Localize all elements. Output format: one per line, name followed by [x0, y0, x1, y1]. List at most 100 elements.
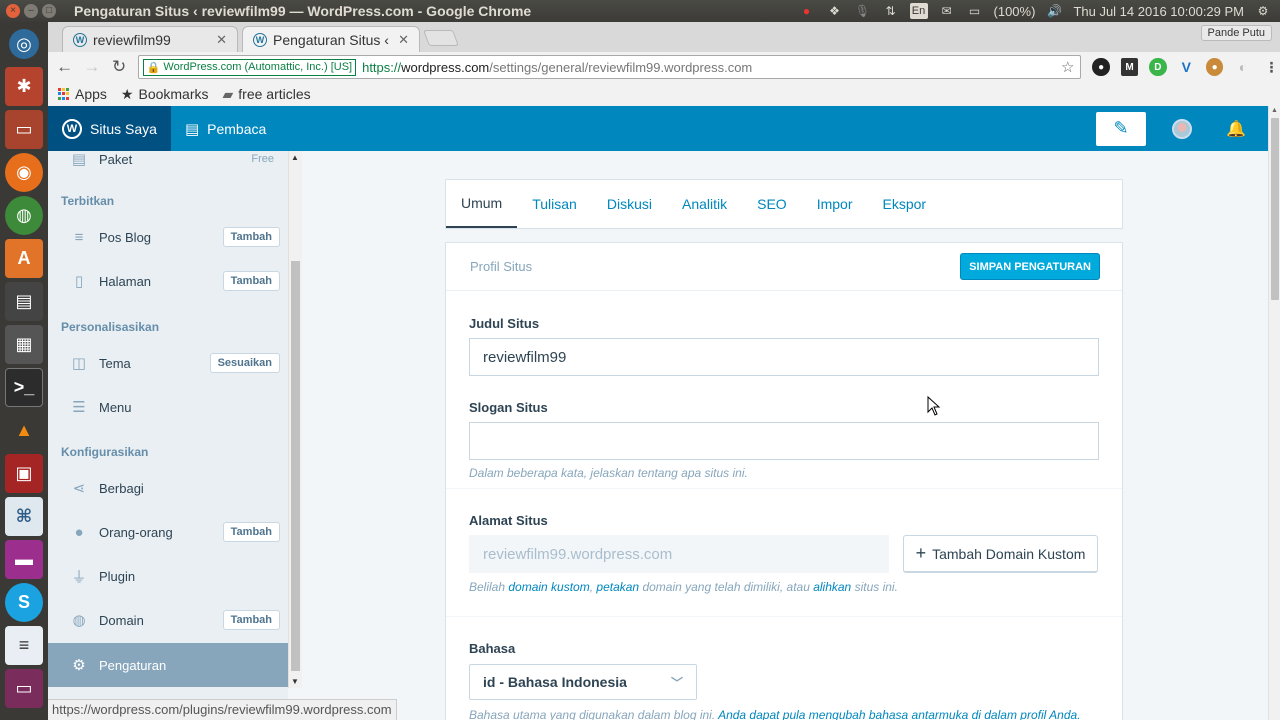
ubuntu-dash-icon[interactable]: ◎	[9, 29, 39, 59]
dropbox-icon[interactable]: ❖	[826, 3, 844, 19]
tab-export[interactable]: Ekspor	[868, 180, 942, 228]
sidebar-scrollbar[interactable]: ▲ ▼	[288, 151, 302, 688]
tab-close-icon[interactable]: ✕	[398, 32, 409, 48]
clock[interactable]: Thu Jul 14 2016 10:00:29 PM	[1073, 4, 1244, 19]
add-people-button[interactable]: Tambah	[222, 522, 280, 542]
battery-percentage[interactable]: (100%)	[994, 4, 1036, 19]
scroll-down-arrow-icon[interactable]: ▼	[291, 677, 299, 686]
extension-m-icon[interactable]: M	[1120, 58, 1139, 76]
tab-import[interactable]: Impor	[802, 180, 868, 228]
profile-button[interactable]: Pande Putu	[1200, 25, 1272, 41]
bookmark-folder-free-articles[interactable]: ▰ free articles	[223, 86, 311, 103]
extension-green-icon[interactable]: D	[1149, 58, 1167, 76]
window-close-button[interactable]: ×	[6, 4, 20, 18]
browser-tab-reviewfilm99[interactable]: W reviewfilm99 ✕	[62, 26, 238, 52]
sidebar-item-plan[interactable]: ▤ Paket Free	[48, 151, 288, 181]
sidebar-item-domains[interactable]: ◍ Domain Tambah	[48, 598, 288, 642]
chrome-icon[interactable]: ◍	[5, 196, 43, 235]
tab-writing[interactable]: Tulisan	[517, 180, 592, 228]
tab-seo[interactable]: SEO	[742, 180, 802, 228]
tab-discussion[interactable]: Diskusi	[592, 180, 667, 228]
sidebar-item-people[interactable]: ● Orang-orang Tambah	[48, 510, 288, 554]
save-settings-button[interactable]: SIMPAN PENGATURAN	[960, 253, 1100, 280]
map-domain-link[interactable]: petakan	[596, 580, 639, 594]
write-post-button[interactable]: ✎	[1096, 111, 1146, 146]
sidebar-item-posts[interactable]: ≡ Pos Blog Tambah	[48, 215, 288, 259]
page-scrollbar[interactable]: ▲	[1268, 106, 1280, 720]
page-scrollbar-thumb[interactable]	[1271, 118, 1279, 300]
tagline-input[interactable]	[469, 422, 1099, 460]
add-custom-domain-button[interactable]: + Tambah Domain Kustom	[903, 535, 1098, 573]
tab-close-icon[interactable]: ✕	[216, 32, 227, 48]
add-page-button[interactable]: Tambah	[222, 271, 280, 291]
text-editor-icon[interactable]: ≡	[5, 626, 43, 665]
extension-cookie-icon[interactable]: ●	[1205, 58, 1224, 76]
custom-domain-link[interactable]: domain kustom	[508, 580, 589, 594]
software-center-icon[interactable]: A	[5, 239, 43, 278]
media-app-icon[interactable]: ▬	[5, 540, 43, 579]
window-maximize-button[interactable]: □	[42, 4, 56, 18]
bookmark-star-icon[interactable]: ☆	[1061, 58, 1074, 76]
chrome-menu-icon[interactable]: ⋮	[1263, 58, 1280, 76]
presentation-icon[interactable]: ▣	[5, 454, 43, 493]
my-site-button[interactable]: W Situs Saya	[48, 106, 171, 151]
bookmark-bookmarks[interactable]: ★ Bookmarks	[121, 86, 209, 103]
system-settings-icon[interactable]: ✱	[5, 67, 43, 106]
mysql-workbench-icon[interactable]: ⌘	[5, 497, 43, 536]
skype-icon[interactable]: S	[5, 583, 43, 622]
address-bar[interactable]: 🔒 WordPress.com (Automattic, Inc.) [US] …	[137, 55, 1082, 79]
notifications-bell-icon[interactable]: 🔔	[1218, 112, 1254, 146]
reload-button[interactable]: ↻	[108, 56, 129, 78]
window-minimize-button[interactable]: –	[24, 4, 38, 18]
vlc-icon[interactable]: ▲	[5, 411, 43, 450]
mail-icon[interactable]: ✉	[938, 3, 956, 19]
browser-tab-settings[interactable]: W Pengaturan Situs ‹ ✕	[242, 26, 420, 52]
forward-button[interactable]: →	[81, 56, 102, 78]
firefox-icon[interactable]: ◉	[5, 153, 43, 192]
tab-analytics[interactable]: Analitik	[667, 180, 742, 228]
sidebar-item-pages[interactable]: ▯ Halaman Tambah	[48, 259, 288, 303]
bookmark-apps[interactable]: Apps	[58, 86, 107, 102]
user-avatar[interactable]	[1172, 118, 1192, 139]
browser-chrome: W reviewfilm99 ✕ W Pengaturan Situs ‹ ✕ …	[48, 22, 1280, 106]
sidebar-item-settings[interactable]: ⚙ Pengaturan	[48, 643, 288, 687]
sidebar-item-menus[interactable]: ☰ Menu	[48, 385, 288, 429]
new-tab-button[interactable]	[423, 30, 459, 46]
terminal-icon[interactable]: >_	[5, 368, 43, 407]
add-domain-button[interactable]: Tambah	[222, 610, 280, 630]
sidebar-scrollbar-thumb[interactable]	[291, 261, 300, 671]
customize-theme-button[interactable]: Sesuaikan	[209, 353, 280, 373]
redirect-link[interactable]: alihkan	[813, 580, 851, 594]
language-select[interactable]: id - Bahasa Indonesia ﹀	[469, 664, 697, 700]
sidebar-item-themes[interactable]: ◫ Tema Sesuaikan	[48, 341, 288, 385]
extension-grey-icon[interactable]: ◐	[1234, 58, 1251, 76]
volume-icon[interactable]: 🔊	[1045, 3, 1063, 19]
profile-language-link[interactable]: Anda dapat pula mengubah bahasa antarmuk…	[718, 708, 1080, 720]
ev-certificate-badge[interactable]: 🔒 WordPress.com (Automattic, Inc.) [US]	[142, 58, 357, 76]
sidebar-item-sharing[interactable]: ⋖ Berbagi	[48, 466, 288, 510]
scroll-up-arrow-icon[interactable]: ▲	[291, 153, 299, 162]
extension-dark-icon[interactable]: ●	[1092, 58, 1110, 76]
tagline-help-text: Dalam beberapa kata, jelaskan tentang ap…	[469, 466, 748, 480]
sidebar-item-plugins[interactable]: ⏚ Plugin	[48, 554, 288, 598]
system-monitor-icon[interactable]: ▤	[5, 282, 43, 321]
wordpress-logo-icon: W	[62, 118, 82, 139]
site-title-input[interactable]: reviewfilm99	[469, 338, 1099, 376]
add-post-button[interactable]: Tambah	[222, 227, 280, 247]
back-button[interactable]: ←	[54, 56, 75, 78]
file-manager-icon[interactable]: ▭	[5, 110, 43, 149]
extension-v-icon[interactable]: V	[1178, 58, 1195, 76]
reader-button[interactable]: ▤ Pembaca	[171, 106, 280, 151]
keyboard-layout-indicator[interactable]: En	[909, 3, 928, 19]
launcher-app-icon[interactable]: ▭	[5, 669, 43, 708]
settings-gear-icon[interactable]: ⚙	[1254, 3, 1272, 19]
plugin-icon: ⏚	[71, 568, 87, 586]
battery-icon[interactable]: ▭	[966, 3, 984, 19]
network-transfer-icon[interactable]: ⇅	[882, 3, 900, 19]
record-icon[interactable]: ●	[798, 3, 816, 19]
tab-general[interactable]: Umum	[446, 180, 518, 228]
tab-title: reviewfilm99	[93, 31, 171, 48]
microphone-icon[interactable]: 🎙	[854, 3, 872, 19]
url-text[interactable]: https://wordpress.com/settings/general/r…	[362, 60, 752, 75]
calculator-icon[interactable]: ▦	[5, 325, 43, 364]
